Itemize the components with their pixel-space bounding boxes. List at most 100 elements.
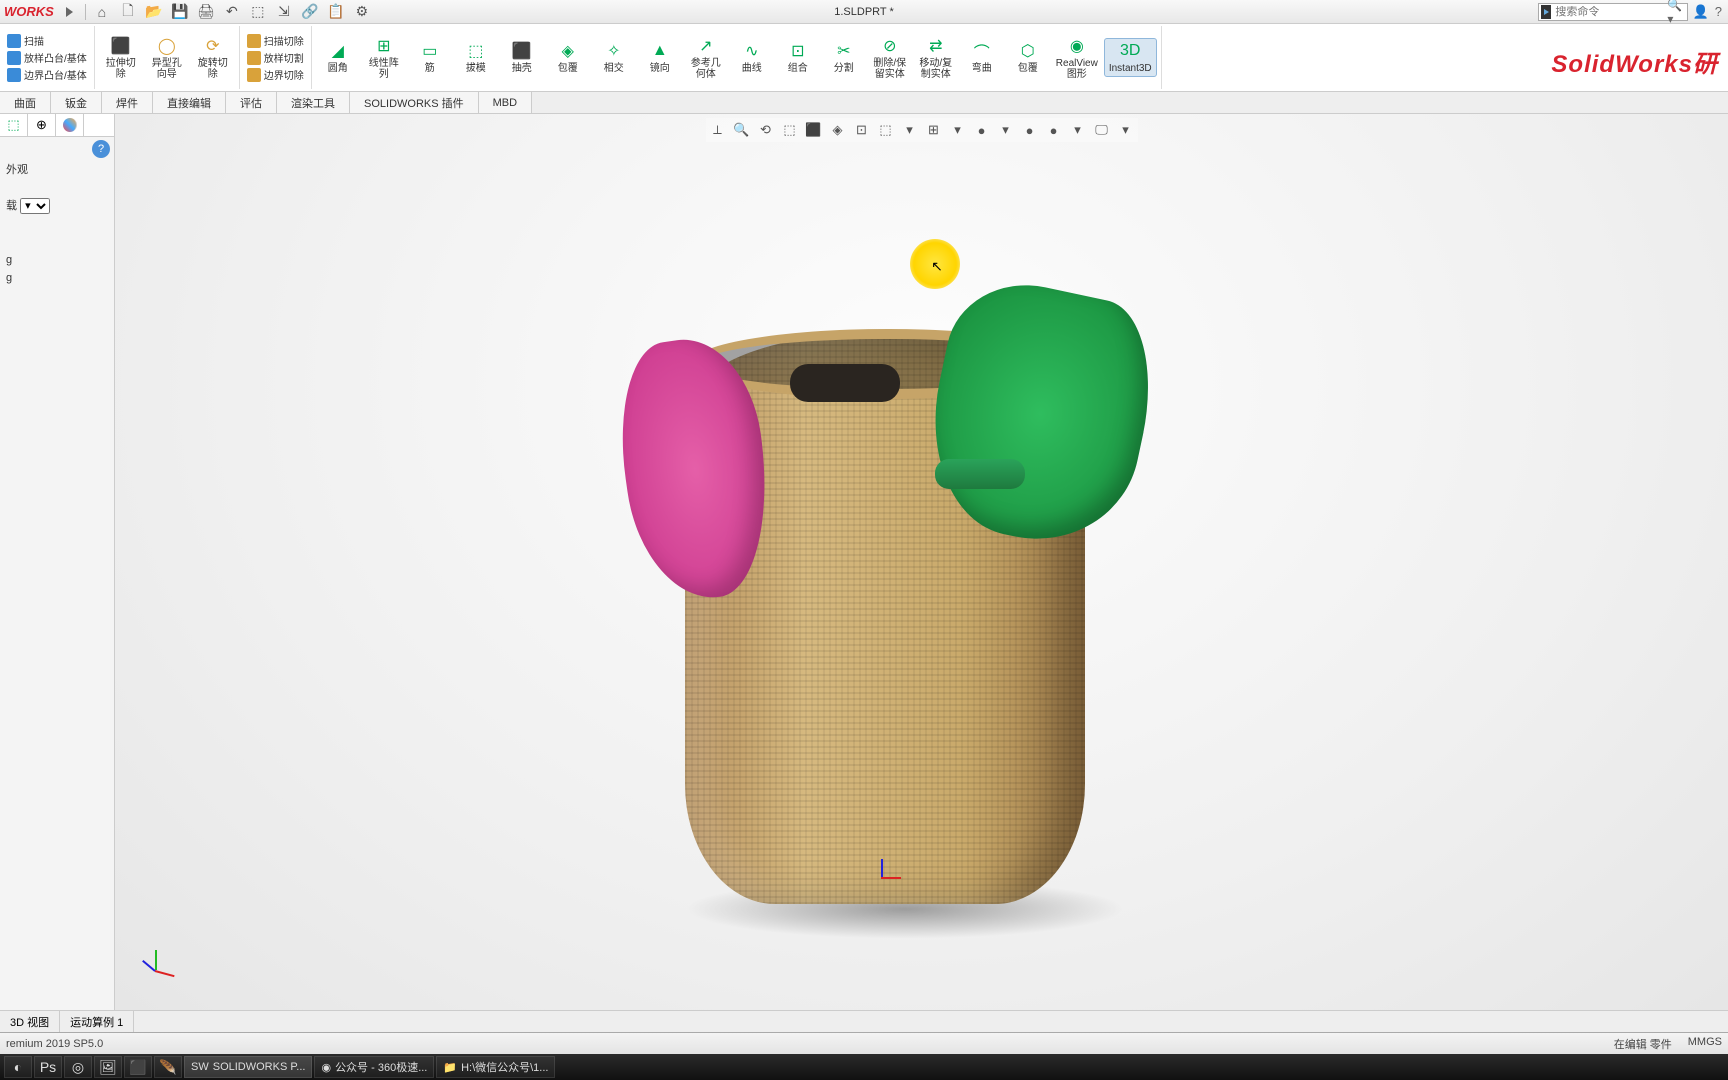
open-icon[interactable]: 📂	[142, 3, 166, 21]
ribbon-btn-16[interactable]: ◉RealView 图形	[1052, 34, 1102, 82]
help-icon[interactable]: ?	[1715, 4, 1722, 20]
fm-tab-tree[interactable]: ⬚	[0, 114, 28, 136]
view-btn-0[interactable]: ⟂	[708, 120, 728, 140]
view-btn-12[interactable]: ▾	[996, 120, 1016, 140]
status-version: remium 2019 SP5.0	[6, 1038, 103, 1050]
view-btn-8[interactable]: ▾	[900, 120, 920, 140]
view-btn-16[interactable]: 🖵	[1092, 120, 1112, 140]
hole-wizard-button[interactable]: ◯异型孔 向导	[145, 34, 189, 82]
ribbon-btn-17[interactable]: 3DInstant3D	[1104, 38, 1157, 77]
cm-tab-6[interactable]: SOLIDWORKS 插件	[350, 92, 479, 113]
watermark: SolidWorks研	[1551, 44, 1718, 79]
cm-tab-4[interactable]: 评估	[226, 92, 277, 113]
taskbar-app-0[interactable]: SWSOLIDWORKS P...	[184, 1056, 312, 1078]
cut-revolve-button[interactable]: ⟳旋转切 除	[191, 34, 235, 82]
taskbar-pin-3[interactable]: ⬛	[124, 1056, 152, 1078]
view-btn-10[interactable]: ▾	[948, 120, 968, 140]
tree-item-1[interactable]: g	[6, 254, 108, 266]
view-btn-17[interactable]: ▾	[1116, 120, 1136, 140]
ribbon-btn-15[interactable]: ⬡包覆	[1006, 39, 1050, 76]
model-tab-0[interactable]: 3D 视图	[0, 1011, 60, 1032]
ribbon-btn-3[interactable]: ⬚拔模	[454, 39, 498, 76]
ribbon-btn-9[interactable]: ∿曲线	[730, 39, 774, 76]
ribbon-btn-10[interactable]: ⊡组合	[776, 39, 820, 76]
taskbar-pin-4[interactable]: 🪶	[154, 1056, 182, 1078]
fm-tab-appearance[interactable]	[56, 114, 84, 136]
cm-tab-0[interactable]: 曲面	[0, 92, 51, 113]
view-btn-14[interactable]: ●	[1044, 120, 1064, 140]
gear-icon[interactable]: ⚙	[350, 3, 374, 21]
taskbar-pin-1[interactable]: ◎	[64, 1056, 92, 1078]
model-tab-1[interactable]: 运动算例 1	[60, 1011, 134, 1032]
home-icon[interactable]: ⌂	[90, 3, 114, 21]
help-icons: 👤 ?	[1693, 4, 1722, 20]
ribbon-btn-5[interactable]: ◈包覆	[546, 39, 590, 76]
search-input[interactable]	[1553, 6, 1663, 18]
ribbon: 扫描 放样凸台/基体 边界凸台/基体 ⬛拉伸切 除 ◯异型孔 向导 ⟳旋转切 除…	[0, 24, 1728, 92]
fm-tab-property[interactable]: ⊕	[28, 114, 56, 136]
save-icon[interactable]: 💾	[168, 3, 192, 21]
ribbon-btn-6[interactable]: ✧相交	[592, 39, 636, 76]
view-btn-9[interactable]: ⊞	[924, 120, 944, 140]
graphics-viewport[interactable]: ⟂🔍⟲⬚⬛◈⊡⬚▾⊞▾●▾●●▾🖵▾ ↖	[115, 114, 1728, 1010]
view-btn-7[interactable]: ⬚	[876, 120, 896, 140]
user-icon[interactable]: 👤	[1693, 4, 1709, 20]
ribbon-btn-14[interactable]: ⌒弯曲	[960, 39, 1004, 76]
appearance-combo[interactable]: 载 ▾	[6, 197, 108, 214]
taskbar-pin-0[interactable]: Ps	[34, 1056, 62, 1078]
document-title: 1.SLDPRT *	[834, 6, 894, 18]
print-icon[interactable]: 🖨	[194, 3, 218, 21]
cut-extrude-button[interactable]: ⬛拉伸切 除	[99, 34, 143, 82]
search-box[interactable]: 🔍▾	[1538, 3, 1688, 21]
boundary-button[interactable]: 边界凸台/基体	[4, 66, 90, 83]
undo-icon[interactable]: ↶	[220, 3, 244, 21]
ribbon-btn-7[interactable]: ▲镜向	[638, 39, 682, 76]
ribbon-btn-8[interactable]: ↗参考几 何体	[684, 34, 728, 82]
view-btn-2[interactable]: ⟲	[756, 120, 776, 140]
view-btn-5[interactable]: ◈	[828, 120, 848, 140]
search-icon[interactable]: 🔍▾	[1667, 0, 1683, 26]
ribbon-btn-13[interactable]: ⇄移动/复 制实体	[914, 34, 958, 82]
start-button[interactable]: ◐	[4, 1056, 32, 1078]
view-btn-13[interactable]: ●	[1020, 120, 1040, 140]
help-badge-icon[interactable]: ?	[92, 140, 110, 158]
cm-tab-3[interactable]: 直接编辑	[153, 92, 226, 113]
loft-cut-button[interactable]: 放样切割	[244, 49, 307, 66]
motion-study-tabs: 3D 视图运动算例 1	[0, 1010, 1728, 1032]
appearance-select[interactable]: ▾	[20, 198, 50, 214]
view-btn-11[interactable]: ●	[972, 120, 992, 140]
cm-tab-7[interactable]: MBD	[479, 92, 532, 113]
taskbar-pin-2[interactable]: 🖼	[94, 1056, 122, 1078]
tree-item-2[interactable]: g	[6, 272, 108, 284]
view-btn-15[interactable]: ▾	[1068, 120, 1088, 140]
cm-tab-1[interactable]: 钣金	[51, 92, 102, 113]
options-icon[interactable]: 📋	[324, 3, 348, 21]
ribbon-btn-0[interactable]: ◢圆角	[316, 39, 360, 76]
select-icon[interactable]: ⬚	[246, 3, 270, 21]
ribbon-btn-12[interactable]: ⊘删除/保 留实体	[868, 34, 912, 82]
ribbon-btn-11[interactable]: ✂分割	[822, 39, 866, 76]
view-btn-1[interactable]: 🔍	[732, 120, 752, 140]
sweep-cut-button[interactable]: 扫描切除	[244, 32, 307, 49]
sweep-button[interactable]: 扫描	[4, 32, 47, 49]
view-btn-4[interactable]: ⬛	[804, 120, 824, 140]
loft-button[interactable]: 放样凸台/基体	[4, 49, 90, 66]
boundary-cut-button[interactable]: 边界切除	[244, 66, 307, 83]
cm-tab-2[interactable]: 焊件	[102, 92, 153, 113]
ribbon-btn-1[interactable]: ⊞线性阵 列	[362, 34, 406, 82]
ribbon-btn-4[interactable]: ⬛抽壳	[500, 39, 544, 76]
cm-tab-5[interactable]: 渲染工具	[277, 92, 350, 113]
search-play-icon[interactable]	[1541, 5, 1551, 19]
fm-tabs: ⬚ ⊕	[0, 114, 114, 137]
link-icon[interactable]: 🔗	[298, 3, 322, 21]
taskbar-app-1[interactable]: ◉公众号 - 360极速...	[314, 1056, 434, 1078]
view-btn-6[interactable]: ⊡	[852, 120, 872, 140]
status-units[interactable]: MMGS	[1688, 1036, 1722, 1052]
rebuild-icon[interactable]: ⇲	[272, 3, 296, 21]
play-icon[interactable]	[66, 7, 73, 17]
taskbar-app-2[interactable]: 📁H:\微信公众号\1...	[436, 1056, 555, 1078]
view-btn-3[interactable]: ⬚	[780, 120, 800, 140]
ribbon-btn-2[interactable]: ▭筋	[408, 39, 452, 76]
new-icon[interactable]: 🗋	[116, 3, 140, 21]
divider	[85, 4, 86, 20]
